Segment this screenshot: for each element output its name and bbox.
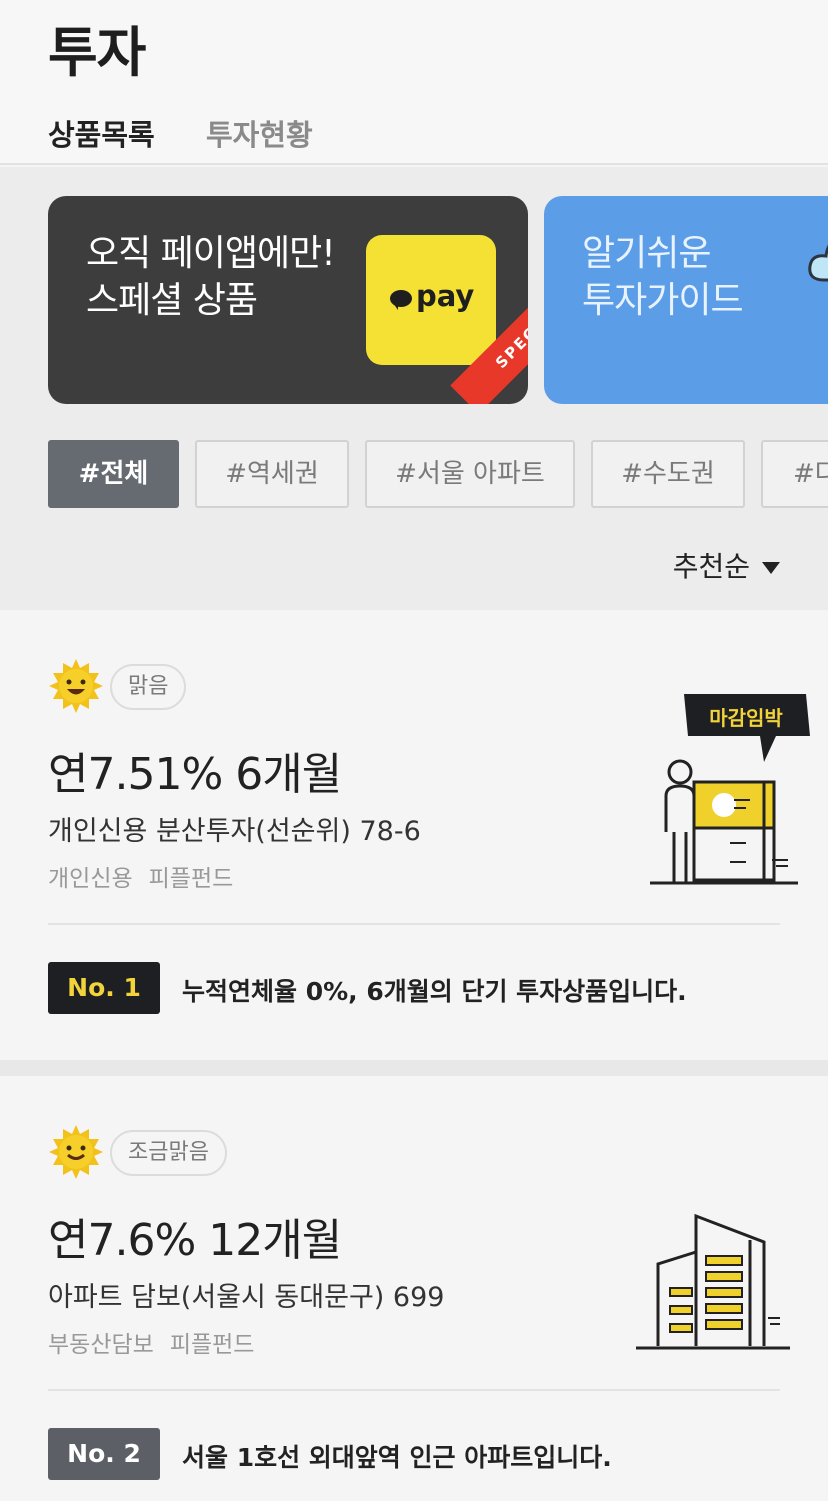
tag-seoul-apartment[interactable]: #서울 아파트	[365, 440, 575, 508]
pay-label: pay	[416, 279, 475, 313]
tag-capital-area[interactable]: #수도권	[591, 440, 745, 508]
banner-special-line2: 스페셜 상품	[86, 280, 258, 321]
page-title: 투자	[48, 21, 146, 84]
banner-guide-line2: 투자가이드	[582, 280, 744, 321]
product-card[interactable]: 조금맑음 연7.6% 12개월 아파트 담보(서울시 동대문구) 699 부동산…	[0, 1076, 828, 1501]
tag-all[interactable]: #전체	[48, 440, 179, 508]
product-category: 개인신용 피플펀드	[48, 859, 233, 893]
product-description: 누적연체율 0%, 6개월의 단기 투자상품입니다.	[182, 977, 687, 1006]
provider-label: 피플펀드	[169, 1332, 255, 1358]
card-divider	[48, 1389, 780, 1391]
banner-invest-guide[interactable]: 알기쉬운 투자가이드	[544, 196, 828, 404]
tag-station-area[interactable]: #역세권	[195, 440, 349, 508]
sort-dropdown[interactable]: 추천순	[673, 545, 780, 585]
weather-badge: 조금맑음	[110, 1130, 227, 1176]
pay-icon: pay	[366, 235, 496, 365]
banner-special-product[interactable]: 오직 페이앱에만! 스페셜 상품 pay SPECIAL	[48, 196, 528, 404]
cloud-icon	[808, 244, 828, 282]
caret-down-icon	[762, 562, 780, 574]
product-category: 부동산담보 피플펀드	[48, 1325, 254, 1359]
rank-badge: No. 2	[48, 1428, 160, 1480]
product-rate: 연7.6% 12개월	[48, 1215, 342, 1266]
filter-area: 오직 페이앱에만! 스페셜 상품 pay SPECIAL 알기쉬운 투자가이드 …	[0, 167, 828, 610]
header: 투자 상품목록 투자현황	[0, 0, 828, 172]
person-board-icon: 마감임박	[650, 694, 810, 885]
banner-guide-line1: 알기쉬운	[582, 233, 711, 274]
building-icon	[636, 1213, 790, 1350]
weather-badge: 맑음	[110, 664, 187, 710]
tab-investment-status[interactable]: 투자현황	[206, 112, 313, 168]
category-label: 부동산담보	[48, 1332, 154, 1358]
tab-product-list[interactable]: 상품목록	[48, 112, 155, 172]
banner-special-line1: 오직 페이앱에만!	[86, 233, 336, 274]
deadline-sticker: 마감임박	[709, 706, 783, 730]
category-label: 개인신용	[48, 866, 133, 892]
card-divider	[48, 923, 780, 925]
sort-label: 추천순	[672, 550, 750, 583]
rank-badge: No. 1	[48, 962, 160, 1014]
speech-bubble-icon	[390, 290, 412, 310]
product-rate: 연7.51% 6개월	[48, 749, 342, 800]
provider-label: 피플펀드	[148, 866, 234, 892]
tag-more[interactable]: #다	[761, 440, 828, 508]
product-description: 서울 1호선 외대앞역 인근 아파트입니다.	[182, 1443, 612, 1472]
banner-guide-text: 알기쉬운 투자가이드	[582, 230, 744, 324]
product-name: 개인신용 분산투자(선순위) 78-6	[48, 816, 421, 847]
product-card[interactable]: 맑음 연7.51% 6개월 개인신용 분산투자(선순위) 78-6 개인신용 피플…	[0, 610, 828, 1060]
banner-special-text: 오직 페이앱에만! 스페셜 상품	[86, 230, 336, 324]
sun-icon	[49, 1125, 103, 1179]
product-name: 아파트 담보(서울시 동대문구) 699	[48, 1282, 445, 1313]
sun-icon	[49, 659, 103, 713]
card-separator	[0, 1060, 828, 1076]
